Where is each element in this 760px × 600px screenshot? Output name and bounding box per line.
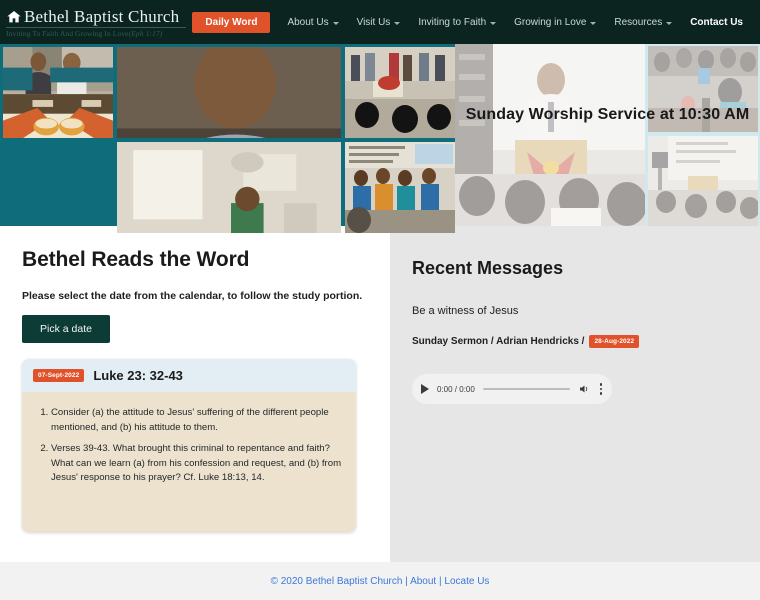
footer-separator: |: [439, 575, 442, 587]
nav-item-growing-in-love[interactable]: Growing in Love: [505, 0, 605, 44]
nav-label: Resources: [614, 16, 663, 28]
brand-tagline: Inviting To Faith And Growing In Love(Ep…: [6, 29, 186, 38]
chevron-down-icon: [590, 21, 597, 25]
collage-photo-1: [117, 47, 341, 138]
volume-icon[interactable]: [578, 383, 591, 395]
more-options-icon[interactable]: [599, 383, 604, 395]
brand-divider: [6, 27, 186, 28]
photo-seated-congregation: [117, 142, 341, 233]
footer-text: © 2020 Bethel Baptist Church | About | L…: [271, 576, 490, 587]
list-item: Verses 39-43. What brought this criminal…: [51, 442, 342, 486]
nav-item-contact-us[interactable]: Contact Us: [681, 0, 752, 44]
collage-photo-3: [345, 47, 455, 138]
audio-player[interactable]: 0:00 / 0:00: [412, 374, 612, 404]
study-card-body: Consider (a) the attitude to Jesus' suff…: [22, 392, 356, 532]
main-navigation: Daily Word About Us Visit Us Inviting to…: [192, 0, 752, 44]
brand-name: Bethel Baptist Church: [24, 7, 180, 26]
photo-two-men-at-pulpit: [3, 47, 113, 139]
footer-link-locate-us[interactable]: Locate Us: [444, 576, 489, 587]
nav-label: Contact Us: [690, 16, 743, 28]
audio-progress-slider[interactable]: [482, 387, 570, 391]
collage-photo-4: [117, 142, 341, 233]
chevron-down-icon: [394, 21, 401, 25]
footer-copyright: © 2020 Bethel Baptist Church: [270, 575, 403, 587]
nav-label: Visit Us: [356, 16, 391, 28]
nav-item-inviting-to-faith[interactable]: Inviting to Faith: [409, 0, 505, 44]
nav-item-daily-word[interactable]: Daily Word: [192, 11, 271, 33]
hero-caption: Sunday Worship Service at 10:30 AM: [465, 106, 750, 123]
nav-label: Inviting to Faith: [418, 16, 487, 28]
audio-time-display: 0:00 / 0:00: [437, 384, 475, 394]
play-icon[interactable]: [421, 384, 429, 394]
site-header: Bethel Baptist Church Inviting To Faith …: [0, 0, 760, 44]
brand-block[interactable]: Bethel Baptist Church Inviting To Faith …: [6, 6, 186, 38]
right-column: Recent Messages Be a witness of Jesus Su…: [390, 226, 760, 562]
dot: [599, 383, 602, 386]
photo-choir-group: [345, 142, 455, 233]
collage-photo-2: [3, 47, 113, 233]
chevron-down-icon: [332, 21, 339, 25]
footer-separator: |: [405, 575, 408, 587]
message-date-badge: 28-Aug-2022: [589, 335, 640, 348]
dot: [599, 387, 602, 391]
page-root: Bethel Baptist Church Inviting To Faith …: [0, 0, 760, 600]
brand-tagline-ref: (Eph 1:17): [128, 29, 163, 38]
list-item: Consider (a) the attitude to Jesus' suff…: [51, 406, 342, 435]
main-content: Bethel Reads the Word Please select the …: [0, 226, 760, 562]
footer-link-about[interactable]: About: [410, 576, 436, 587]
nav-item-resources[interactable]: Resources: [605, 0, 681, 44]
pick-a-date-button[interactable]: Pick a date: [22, 315, 110, 343]
hero-right-panel: Sunday Worship Service at 10:30 AM: [455, 44, 760, 226]
nav-label: About Us: [287, 16, 329, 28]
message-title: Be a witness of Jesus: [412, 305, 519, 317]
study-date-badge: 07-Sept-2022: [33, 369, 85, 382]
message-meta-text: Sunday Sermon / Adrian Hendricks /: [412, 336, 585, 347]
brand-top: Bethel Baptist Church: [6, 8, 186, 26]
nav-item-about-us[interactable]: About Us: [278, 0, 347, 44]
chevron-down-icon: [490, 21, 497, 25]
photo-speaker-at-microphone: [117, 47, 341, 138]
nav-label: Daily Word: [205, 16, 258, 28]
nav-label: Growing in Love: [514, 16, 587, 28]
study-portion-card: 07-Sept-2022 Luke 23: 32-43 Consider (a)…: [22, 359, 356, 532]
message-meta: Sunday Sermon / Adrian Hendricks / 28-Au…: [412, 335, 760, 348]
chevron-down-icon: [666, 21, 673, 25]
recent-messages-title: Recent Messages: [412, 258, 564, 278]
brand-tagline-text: Inviting To Faith And Growing In Love: [6, 29, 129, 38]
page-title: Bethel Reads the Word: [22, 248, 250, 271]
study-scripture-reference: Luke 23: 32-43: [93, 368, 183, 383]
home-icon: [7, 11, 21, 23]
dot: [599, 392, 602, 395]
site-footer: © 2020 Bethel Baptist Church | About | L…: [0, 562, 760, 600]
hero-overlay: [455, 44, 760, 226]
photo-collage: [0, 44, 455, 233]
nav-item-visit-us[interactable]: Visit Us: [348, 0, 410, 44]
study-question-list: Consider (a) the attitude to Jesus' suff…: [32, 406, 342, 486]
hero-banner: Sunday Worship Service at 10:30 AM: [0, 44, 760, 233]
study-card-header: 07-Sept-2022 Luke 23: 32-43: [22, 359, 356, 392]
page-subtitle: Please select the date from the calendar…: [22, 290, 363, 302]
left-column: Bethel Reads the Word Please select the …: [0, 226, 390, 562]
collage-photo-5: [345, 142, 455, 233]
photo-congregation-standing: [345, 47, 455, 138]
